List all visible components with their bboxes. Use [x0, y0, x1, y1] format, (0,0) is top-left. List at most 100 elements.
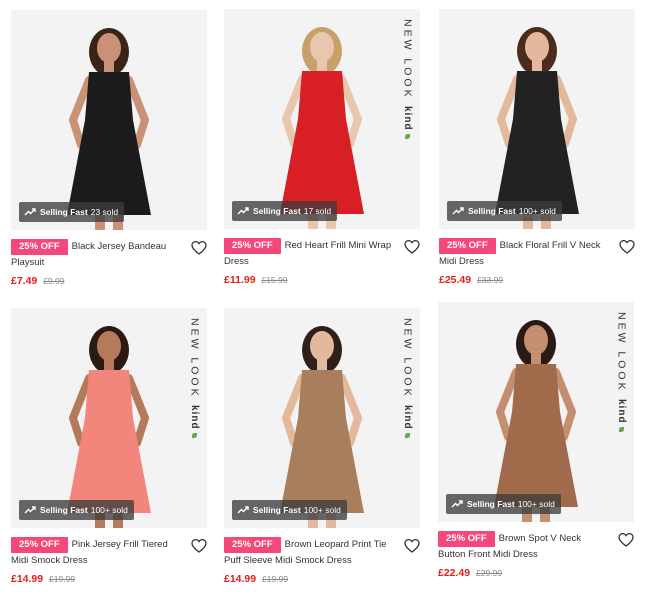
trend-up-icon	[451, 500, 463, 508]
product-title[interactable]: 25% OFF Black Floral Frill V Neck Midi Dr…	[439, 238, 635, 269]
price-row: £22.49 £29.99	[438, 567, 634, 579]
discount-pill: 25% OFF	[438, 531, 495, 547]
price-row: £14.99 £19.99	[11, 573, 207, 585]
leaf-icon	[191, 433, 197, 439]
product-image[interactable]: NEW LOOK kind Selling Fast 100+ sold	[438, 302, 634, 522]
selling-fast-label: Selling Fast	[468, 206, 516, 216]
model-photo	[438, 302, 634, 522]
sold-count: 100+ sold	[517, 499, 555, 509]
selling-fast-badge: Selling Fast 100+ sold	[447, 201, 562, 221]
product-card[interactable]: NEW LOOK kind Selling Fast 100+ sold 25%…	[438, 302, 634, 579]
current-price: £11.99	[224, 274, 256, 286]
trend-up-icon	[452, 207, 464, 215]
product-card[interactable]: NEW LOOK kind Selling Fast 100+ sold 25%…	[11, 308, 207, 585]
product-image[interactable]: NEW LOOK kind Selling Fast 100+ sold	[11, 308, 207, 528]
current-price: £22.49	[438, 567, 471, 579]
product-title[interactable]: 25% OFF Red Heart Frill Mini Wrap Dress	[224, 238, 420, 269]
kind-logo-line1: NEW LOOK	[188, 318, 201, 399]
sold-count: 17 sold	[303, 206, 332, 216]
model-photo	[224, 308, 420, 528]
product-info: 25% OFF Pink Jersey Frill Tiered Midi Smo…	[11, 528, 207, 585]
product-card[interactable]: Selling Fast 23 sold 25% OFF Black Jersey…	[11, 10, 207, 287]
leaf-icon	[404, 134, 410, 140]
sold-count: 23 sold	[90, 207, 119, 217]
selling-fast-badge: Selling Fast 17 sold	[232, 201, 338, 221]
kind-logo-line1: NEW LOOK	[401, 318, 414, 399]
original-price: £29.99	[476, 568, 503, 578]
product-image[interactable]: Selling Fast 100+ sold	[439, 9, 635, 229]
product-image[interactable]: NEW LOOK kind Selling Fast 100+ sold	[224, 308, 420, 528]
selling-fast-badge: Selling Fast 100+ sold	[446, 494, 561, 514]
trend-up-icon	[237, 207, 249, 215]
discount-pill: 25% OFF	[11, 537, 68, 553]
product-info: 25% OFF Brown Leopard Print Tie Puff Slee…	[224, 528, 420, 585]
current-price: £14.99	[224, 573, 257, 585]
wishlist-heart-icon[interactable]	[191, 240, 207, 256]
current-price: £14.99	[11, 573, 44, 585]
kind-logo-line2: kind	[189, 404, 200, 430]
price-row: £25.49 £33.99	[439, 274, 635, 286]
model-photo	[439, 9, 635, 229]
product-image[interactable]: Selling Fast 23 sold	[11, 10, 207, 230]
trend-up-icon	[237, 506, 249, 514]
discount-pill: 25% OFF	[11, 239, 68, 255]
new-look-kind-logo: NEW LOOK kind	[398, 19, 416, 140]
product-image[interactable]: NEW LOOK kind Selling Fast 17 sold	[224, 9, 420, 229]
product-title[interactable]: 25% OFF Brown Spot V Neck Button Front Mi…	[438, 531, 634, 562]
discount-pill: 25% OFF	[224, 238, 281, 254]
product-title[interactable]: 25% OFF Brown Leopard Print Tie Puff Slee…	[224, 537, 420, 568]
new-look-kind-logo: NEW LOOK kind	[398, 318, 416, 439]
product-title[interactable]: 25% OFF Pink Jersey Frill Tiered Midi Smo…	[11, 537, 207, 568]
selling-fast-badge: Selling Fast 100+ sold	[19, 500, 134, 520]
trend-up-icon	[24, 208, 36, 216]
original-price: £19.99	[262, 574, 289, 584]
current-price: £25.49	[439, 274, 472, 286]
kind-logo-line2: kind	[402, 105, 413, 131]
product-card[interactable]: Selling Fast 100+ sold 25% OFF Black Flor…	[439, 9, 635, 286]
new-look-kind-logo: NEW LOOK kind	[612, 312, 630, 433]
leaf-icon	[404, 433, 410, 439]
discount-pill: 25% OFF	[439, 238, 496, 254]
wishlist-heart-icon[interactable]	[404, 538, 420, 554]
model-photo	[11, 10, 207, 230]
wishlist-heart-icon[interactable]	[404, 239, 420, 255]
model-photo	[224, 9, 420, 229]
kind-logo-line2: kind	[616, 398, 627, 424]
kind-logo-line1: NEW LOOK	[615, 312, 628, 393]
discount-pill: 25% OFF	[224, 537, 281, 553]
original-price: £19.99	[49, 574, 76, 584]
wishlist-heart-icon[interactable]	[191, 538, 207, 554]
selling-fast-label: Selling Fast	[253, 206, 301, 216]
product-title[interactable]: 25% OFF Black Jersey Bandeau Playsuit	[11, 239, 207, 270]
price-row: £7.49 £9.99	[11, 275, 207, 287]
trend-up-icon	[24, 506, 36, 514]
original-price: £9.99	[43, 276, 65, 286]
selling-fast-label: Selling Fast	[40, 505, 88, 515]
new-look-kind-logo: NEW LOOK kind	[185, 318, 203, 439]
kind-logo-line2: kind	[402, 404, 413, 430]
leaf-icon	[618, 427, 624, 433]
current-price: £7.49	[11, 275, 38, 287]
selling-fast-badge: Selling Fast 100+ sold	[232, 500, 347, 520]
product-card[interactable]: NEW LOOK kind Selling Fast 100+ sold 25%…	[224, 308, 420, 585]
original-price: £33.99	[477, 275, 504, 285]
product-info: 25% OFF Black Jersey Bandeau Playsuit £7.…	[11, 230, 207, 287]
sold-count: 100+ sold	[90, 505, 128, 515]
kind-logo-line1: NEW LOOK	[401, 19, 414, 100]
sold-count: 100+ sold	[518, 206, 556, 216]
price-row: £11.99 £15.99	[224, 274, 420, 286]
price-row: £14.99 £19.99	[224, 573, 420, 585]
original-price: £15.99	[261, 275, 288, 285]
selling-fast-label: Selling Fast	[253, 505, 301, 515]
product-card[interactable]: NEW LOOK kind Selling Fast 17 sold 25% O…	[224, 9, 420, 286]
selling-fast-label: Selling Fast	[467, 499, 515, 509]
selling-fast-badge: Selling Fast 23 sold	[19, 202, 125, 222]
product-info: 25% OFF Black Floral Frill V Neck Midi Dr…	[439, 229, 635, 286]
selling-fast-label: Selling Fast	[40, 207, 88, 217]
model-photo	[11, 308, 207, 528]
wishlist-heart-icon[interactable]	[618, 532, 634, 548]
product-info: 25% OFF Red Heart Frill Mini Wrap Dress £…	[224, 229, 420, 286]
sold-count: 100+ sold	[303, 505, 341, 515]
wishlist-heart-icon[interactable]	[619, 239, 635, 255]
product-info: 25% OFF Brown Spot V Neck Button Front Mi…	[438, 522, 634, 579]
